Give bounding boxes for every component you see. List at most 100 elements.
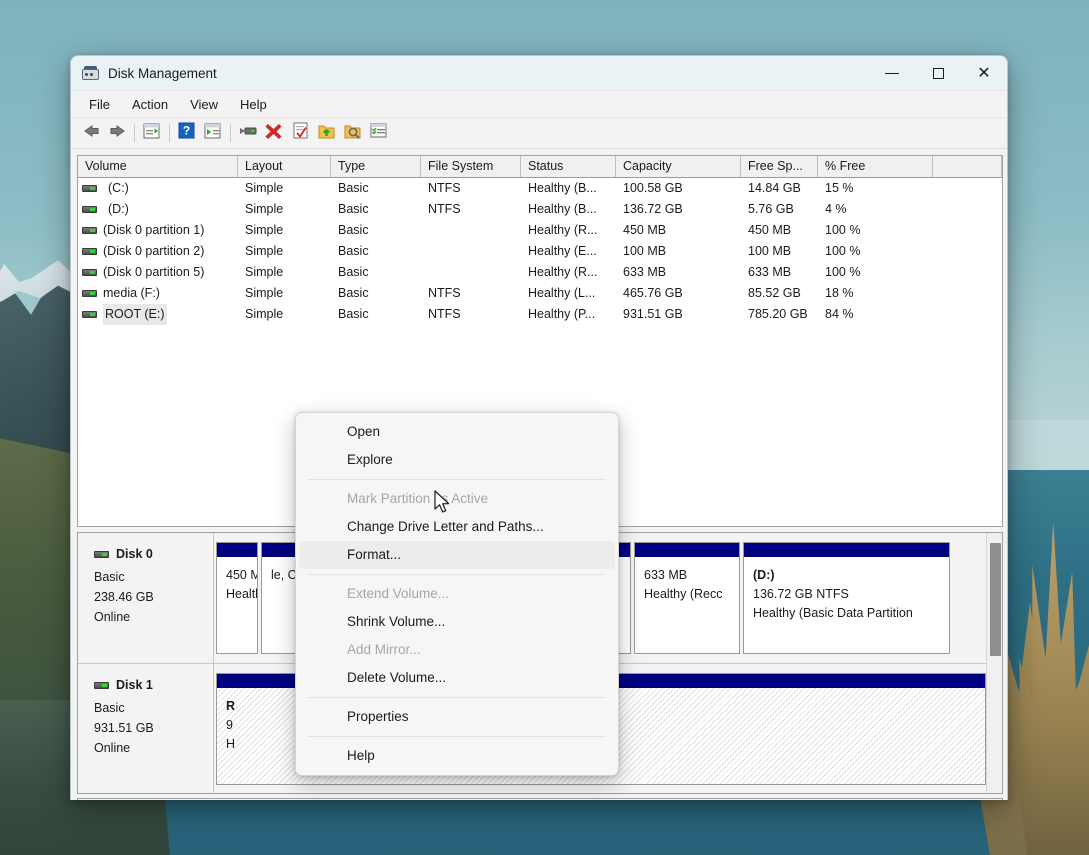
toolbar: ?	[71, 118, 1007, 149]
partition-status: Healthy (Basic Data Partition	[753, 606, 913, 620]
capacity-cell: 633 MB	[623, 265, 667, 279]
file-system-cell: NTFS	[428, 181, 461, 195]
window-controls: ✕	[869, 56, 1007, 91]
capacity-cell: 450 MB	[623, 223, 667, 237]
volume-row[interactable]: (Disk 0 partition 2) Simple Basic Healthy (…	[78, 241, 1002, 262]
layout-cell: Simple	[245, 223, 284, 237]
drive-icon	[82, 248, 97, 255]
disk-state: Online	[94, 741, 131, 755]
close-button[interactable]: ✕	[961, 56, 1007, 91]
column-header-layout[interactable]: Layout	[238, 156, 331, 177]
toolbar-button-properties[interactable]	[287, 121, 313, 145]
context-menu-item-open[interactable]: Open	[299, 418, 615, 446]
percent-free-cell: 15 %	[825, 181, 854, 195]
free-space-cell: 633 MB	[748, 265, 792, 279]
maximize-button[interactable]	[915, 56, 961, 91]
layout-cell: Simple	[245, 202, 284, 216]
drive-icon	[82, 311, 97, 318]
menu-view[interactable]: View	[180, 94, 228, 115]
partition-title: (D:)	[753, 568, 775, 582]
status-cell: Healthy (E...	[528, 244, 597, 258]
toolbar-button-forward[interactable]	[104, 121, 130, 145]
column-header-capacity[interactable]: Capacity	[616, 156, 741, 177]
capacity-cell: 931.51 GB	[623, 307, 683, 321]
free-space-cell: 85.52 GB	[748, 286, 801, 300]
percent-free-cell: 84 %	[825, 307, 854, 321]
minimize-button[interactable]	[869, 56, 915, 91]
context-menu-item-help[interactable]: Help	[299, 742, 615, 770]
capacity-cell: 100 MB	[623, 244, 667, 258]
toolbar-button-back[interactable]	[78, 121, 104, 145]
toolbar-button-help[interactable]: ?	[174, 121, 200, 145]
context-menu-item-shrink-volume[interactable]: Shrink Volume...	[299, 608, 615, 636]
disk-type: Basic	[94, 570, 125, 584]
help-icon: ?	[178, 122, 196, 144]
toolbar-separator	[169, 124, 170, 142]
type-cell: Basic	[338, 265, 369, 279]
column-header-status[interactable]: Status	[521, 156, 616, 177]
context-menu-item-explore[interactable]: Explore	[299, 446, 615, 474]
type-cell: Basic	[338, 202, 369, 216]
percent-free-cell: 100 %	[825, 265, 861, 279]
disk-size: 238.46 GB	[94, 590, 154, 604]
menu-file[interactable]: File	[79, 94, 120, 115]
partition-size: 136.72 GB NTFS	[753, 587, 849, 601]
context-menu-separator	[308, 479, 606, 480]
volume-row[interactable]: (D:) Simple Basic NTFS Healthy (B... 136.72 G…	[78, 199, 1002, 220]
column-header-free[interactable]: % Free	[818, 156, 933, 177]
volume-label: (Disk 0 partition 1)	[103, 223, 205, 237]
toolbar-button-rescan-disks[interactable]	[235, 121, 261, 145]
context-menu-item-change-drive-letter-and-paths[interactable]: Change Drive Letter and Paths...	[299, 513, 615, 541]
menu-help[interactable]: Help	[230, 94, 277, 115]
toolbar-button-delete[interactable]	[261, 121, 287, 145]
free-space-cell: 450 MB	[748, 223, 792, 237]
volume-row[interactable]: (C:) Simple Basic NTFS Healthy (B... 100.58 G…	[78, 178, 1002, 199]
partition-block[interactable]: 633 MB Healthy (Recc	[634, 542, 740, 654]
menu-action[interactable]: Action	[122, 94, 178, 115]
volume-row[interactable]: (Disk 0 partition 1) Simple Basic Healthy (…	[78, 220, 1002, 241]
volume-row[interactable]: ROOT (E:) Simple Basic NTFS Healthy (P... 931…	[78, 304, 1002, 325]
scrollbar-thumb[interactable]	[990, 543, 1001, 656]
window-title: Disk Management	[108, 65, 217, 81]
status-cell: Healthy (B...	[528, 202, 597, 216]
drive-icon	[82, 227, 97, 234]
disk-info-panel[interactable]: Disk 1 Basic 931.51 GB Online	[78, 664, 214, 793]
toolbar-button-all-tasks[interactable]	[365, 121, 391, 145]
toolbar-button-show-hide-console-tree[interactable]	[139, 121, 165, 145]
context-menu-separator	[308, 736, 606, 737]
column-header-file-system[interactable]: File System	[421, 156, 521, 177]
percent-free-cell: 4 %	[825, 202, 847, 216]
volume-row[interactable]: (Disk 0 partition 5) Simple Basic Healthy (…	[78, 262, 1002, 283]
context-menu-item-properties[interactable]: Properties	[299, 703, 615, 731]
capacity-cell: 465.76 GB	[623, 286, 683, 300]
column-header-free-sp[interactable]: Free Sp...	[741, 156, 818, 177]
volume-list-header: Volume Layout Type File System Status Capacit…	[78, 156, 1002, 178]
delete-icon	[265, 122, 283, 145]
context-menu-item-format[interactable]: Format...	[299, 541, 615, 569]
show-hide-console-tree-icon	[143, 123, 161, 144]
column-header-blank[interactable]	[933, 156, 1002, 177]
toolbar-button-find[interactable]	[339, 121, 365, 145]
disk-title: Disk 0	[94, 547, 213, 561]
type-cell: Basic	[338, 181, 369, 195]
volume-list-rows: (C:) Simple Basic NTFS Healthy (B... 100.58 G…	[78, 178, 1002, 325]
status-cell: Healthy (L...	[528, 286, 596, 300]
partition-block[interactable]: (D:) 136.72 GB NTFS Healthy (Basic Data Pa…	[743, 542, 950, 654]
column-header-volume[interactable]: Volume	[78, 156, 238, 177]
partition-color-bar	[217, 543, 257, 557]
column-header-type[interactable]: Type	[331, 156, 421, 177]
context-menu-item-delete-volume[interactable]: Delete Volume...	[299, 664, 615, 692]
toolbar-button-export-list[interactable]	[313, 121, 339, 145]
volume-cell: ROOT (E:)	[78, 304, 238, 325]
layout-cell: Simple	[245, 307, 284, 321]
disk-info-panel[interactable]: Disk 0 Basic 238.46 GB Online	[78, 533, 214, 663]
disk-pane-scrollbar[interactable]	[986, 533, 1002, 793]
toolbar-button-show-hide-action-pane[interactable]	[200, 121, 226, 145]
partition-status: Healthy (R	[226, 587, 257, 601]
volume-row[interactable]: media (F:) Simple Basic NTFS Healthy (L... 46…	[78, 283, 1002, 304]
type-cell: Basic	[338, 244, 369, 258]
partition-block[interactable]: 450 MB Healthy (R	[216, 542, 258, 654]
drive-icon	[82, 290, 97, 297]
disk-size: 931.51 GB	[94, 721, 154, 735]
rescan-disks-icon	[238, 123, 258, 144]
